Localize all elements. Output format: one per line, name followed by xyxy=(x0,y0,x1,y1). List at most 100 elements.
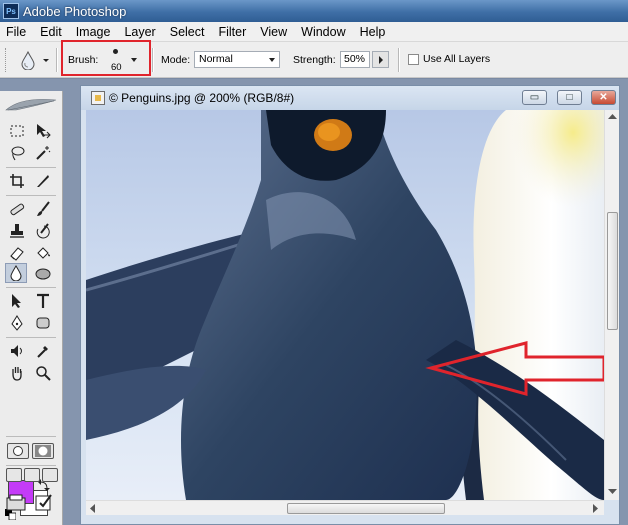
strength-slider-button[interactable] xyxy=(372,51,389,68)
window-title: Adobe Photoshop xyxy=(23,3,127,19)
magnifier-icon xyxy=(36,366,51,381)
penguins-photo xyxy=(86,110,604,500)
path-selection-tool[interactable] xyxy=(6,291,28,311)
minimize-button[interactable]: ▭ xyxy=(522,90,547,105)
strength-input[interactable]: 50% xyxy=(340,51,370,68)
menu-image[interactable]: Image xyxy=(69,25,118,39)
options-separator xyxy=(152,48,154,72)
magic-wand-tool[interactable] xyxy=(32,143,54,163)
hand-tool[interactable] xyxy=(6,363,28,383)
use-all-layers-label: Use All Layers xyxy=(423,53,491,65)
horizontal-scroll-thumb[interactable] xyxy=(287,503,445,514)
marquee-tool[interactable] xyxy=(6,121,28,141)
options-bar-grip[interactable] xyxy=(5,48,8,72)
water-drop-icon xyxy=(10,265,22,281)
horizontal-scrollbar[interactable] xyxy=(86,500,604,515)
maximize-icon: □ xyxy=(566,92,573,103)
standard-mode-icon xyxy=(13,446,23,456)
eraser-tool[interactable] xyxy=(6,243,28,263)
standard-screen-mode-button[interactable] xyxy=(6,468,22,482)
menu-edit[interactable]: Edit xyxy=(33,25,69,39)
pen-tool[interactable] xyxy=(6,313,28,333)
scroll-left-arrow-icon[interactable] xyxy=(88,503,96,514)
mode-label: Mode: xyxy=(161,54,191,66)
feather-logo-icon[interactable] xyxy=(4,97,58,113)
minimize-icon: ▭ xyxy=(529,92,540,103)
menu-window[interactable]: Window xyxy=(294,25,352,39)
type-tool[interactable] xyxy=(32,291,54,311)
menu-file[interactable]: File xyxy=(0,25,33,39)
full-screen-mode-button[interactable] xyxy=(42,468,58,482)
full-screen-menu-mode-button[interactable] xyxy=(24,468,40,482)
menu-layer[interactable]: Layer xyxy=(117,25,162,39)
use-all-layers-checkbox[interactable] xyxy=(408,54,419,65)
menu-filter[interactable]: Filter xyxy=(211,25,253,39)
menu-help[interactable]: Help xyxy=(353,25,393,39)
toolbox-separator xyxy=(6,167,56,168)
clone-stamp-tool[interactable] xyxy=(6,221,28,241)
options-separator xyxy=(56,48,58,72)
file-browser-icon[interactable] xyxy=(6,492,28,512)
document-title: © Penguins.jpg @ 200% (RGB/8#) xyxy=(109,91,295,105)
hand-icon xyxy=(12,367,22,381)
mode-select[interactable]: Normal xyxy=(194,51,280,68)
lasso-icon xyxy=(11,146,25,161)
audio-annotation-icon xyxy=(11,345,22,357)
lasso-tool[interactable] xyxy=(6,143,28,163)
document-window: © Penguins.jpg @ 200% (RGB/8#) ▭ □ ✕ xyxy=(80,85,620,525)
close-button[interactable]: ✕ xyxy=(591,90,616,105)
history-brush-icon xyxy=(36,223,50,239)
strength-value: 50% xyxy=(344,53,366,65)
sponge-icon xyxy=(35,268,51,280)
toolbox-separator xyxy=(6,287,56,288)
crop-tool[interactable] xyxy=(6,171,28,191)
tool-preset-picker[interactable] xyxy=(18,50,52,71)
stamp-icon xyxy=(10,224,24,238)
quick-mask-mode-button[interactable] xyxy=(32,443,54,459)
notes-tool[interactable] xyxy=(6,341,28,361)
vertical-scroll-thumb[interactable] xyxy=(607,212,618,330)
rectangular-marquee-icon xyxy=(10,125,24,137)
document-image-icon xyxy=(91,91,105,105)
standard-mode-button[interactable] xyxy=(7,443,29,459)
paint-bucket-icon xyxy=(37,247,50,259)
jump-to-imageready-icon[interactable] xyxy=(34,492,54,512)
zoom-tool[interactable] xyxy=(32,363,54,383)
strength-label: Strength: xyxy=(293,54,336,66)
slice-knife-icon xyxy=(37,175,49,187)
chevron-down-icon xyxy=(269,58,275,62)
blur-drop-icon xyxy=(21,50,49,71)
vertical-scrollbar[interactable] xyxy=(604,110,619,500)
toolbox-separator xyxy=(6,337,56,338)
rounded-rectangle-icon xyxy=(36,317,50,329)
slice-tool[interactable] xyxy=(32,171,54,191)
maximize-button[interactable]: □ xyxy=(557,90,582,105)
menu-bar: File Edit Image Layer Select Filter View… xyxy=(0,22,628,42)
menu-view[interactable]: View xyxy=(253,25,294,39)
scroll-down-arrow-icon[interactable] xyxy=(607,488,618,496)
menu-select[interactable]: Select xyxy=(163,25,212,39)
jump-to-group xyxy=(6,492,58,514)
eyedropper-icon xyxy=(37,346,48,358)
history-brush-tool[interactable] xyxy=(32,221,54,241)
brush-tool[interactable] xyxy=(32,199,54,219)
eyedropper-tool[interactable] xyxy=(32,341,54,361)
shape-tool[interactable] xyxy=(32,313,54,333)
close-icon: ✕ xyxy=(599,92,608,103)
brush-highlight-box xyxy=(61,40,151,76)
document-title-bar[interactable]: © Penguins.jpg @ 200% (RGB/8#) ▭ □ ✕ xyxy=(81,86,619,110)
quick-mask-icon xyxy=(35,445,51,457)
crop-icon xyxy=(10,174,24,188)
sponge-tool[interactable] xyxy=(32,263,54,283)
blur-tool[interactable] xyxy=(5,263,27,283)
title-bar: Ps Adobe Photoshop xyxy=(0,0,628,22)
move-tool[interactable] xyxy=(32,121,54,141)
healing-brush-tool[interactable] xyxy=(6,199,28,219)
image-canvas[interactable] xyxy=(86,110,604,500)
paintbrush-icon xyxy=(37,201,50,216)
scroll-right-arrow-icon[interactable] xyxy=(592,503,600,514)
paint-bucket-tool[interactable] xyxy=(32,243,54,263)
scroll-up-arrow-icon[interactable] xyxy=(607,112,618,120)
options-separator xyxy=(398,48,400,72)
path-select-arrow-icon xyxy=(12,294,21,308)
